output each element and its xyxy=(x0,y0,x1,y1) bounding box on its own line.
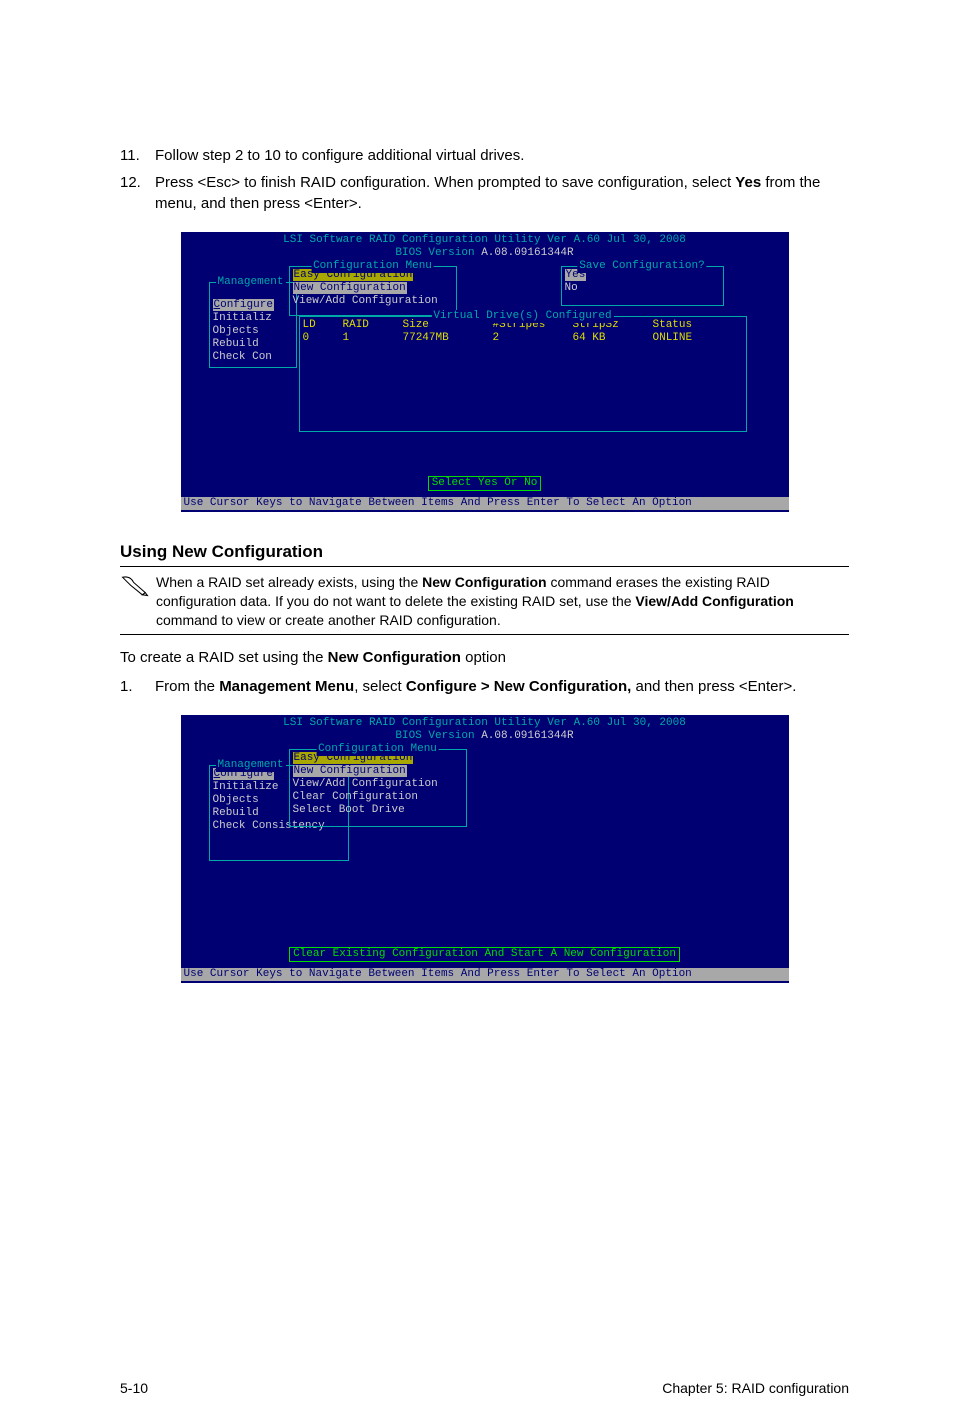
management-menu-label: Management xyxy=(216,759,286,772)
note-callout: When a RAID set already exists, using th… xyxy=(120,573,849,630)
nav-hint: Use Cursor Keys to Navigate Between Item… xyxy=(181,968,789,981)
divider xyxy=(120,566,849,567)
chapter-label: Chapter 5: RAID configuration xyxy=(662,1380,849,1396)
virtual-drives-label: Virtual Drive(s) Configured xyxy=(431,310,613,323)
menu-item-configure[interactable]: Configure xyxy=(213,299,293,312)
step-b1: 1. From the Management Menu, select Conf… xyxy=(120,676,849,697)
management-menu-label: Management xyxy=(216,276,286,289)
vd-table-row: 0 1 77247MB 2 64 KB ONLINE xyxy=(303,332,743,345)
configuration-menu-label: Configuration Menu xyxy=(316,743,439,756)
menu-item-initialize[interactable]: Initializ xyxy=(213,312,293,325)
management-menu-panel: Management Configure Initializ Objects R… xyxy=(209,282,297,368)
menu-item-new-config[interactable]: New Configuration xyxy=(293,282,453,295)
status-message: Clear Existing Configuration And Start A… xyxy=(289,947,680,962)
bios-title: LSI Software RAID Configuration Utility … xyxy=(181,717,789,730)
section-heading: Using New Configuration xyxy=(120,542,849,562)
step-12: 12. Press <Esc> to finish RAID configura… xyxy=(120,172,849,214)
bios-screenshot-new-config: LSI Software RAID Configuration Utility … xyxy=(181,715,789,983)
page-footer: 5-10 Chapter 5: RAID configuration xyxy=(120,1380,849,1396)
note-text: When a RAID set already exists, using th… xyxy=(156,573,849,630)
step-number: 12. xyxy=(120,172,155,214)
pencil-icon xyxy=(120,575,150,597)
configuration-menu-label: Configuration Menu xyxy=(311,260,434,273)
step-number: 1. xyxy=(120,676,155,697)
step-11: 11. Follow step 2 to 10 to configure add… xyxy=(120,145,849,166)
save-configuration-label: Save Configuration? xyxy=(577,260,706,273)
menu-item-select-boot[interactable]: Select Boot Drive xyxy=(293,804,463,817)
status-message: Select Yes Or No xyxy=(428,476,542,491)
bios-title: LSI Software RAID Configuration Utility … xyxy=(181,234,789,247)
divider xyxy=(120,634,849,635)
step-number: 11. xyxy=(120,145,155,166)
note-icon xyxy=(120,573,156,630)
save-configuration-panel: Save Configuration? Yes No xyxy=(561,266,724,306)
bios-screenshot-save-config: LSI Software RAID Configuration Utility … xyxy=(181,232,789,512)
page-number: 5-10 xyxy=(120,1380,148,1396)
configuration-menu-panel: Configuration Menu Easy Configuration Ne… xyxy=(289,266,457,316)
step-text: Follow step 2 to 10 to configure additio… xyxy=(155,145,849,166)
menu-item-clear-config[interactable]: Clear Configuration xyxy=(293,791,463,804)
menu-item-view-add-config[interactable]: View/Add Configuration xyxy=(293,778,463,791)
intro-text: To create a RAID set using the New Confi… xyxy=(120,649,849,666)
menu-item-new-config[interactable]: New Configuration xyxy=(293,765,463,778)
step-text: Press <Esc> to finish RAID configuration… xyxy=(155,172,849,214)
menu-item-rebuild[interactable]: Rebuild xyxy=(213,338,293,351)
configuration-menu-panel: Configuration Menu Easy Configuration Ne… xyxy=(289,749,467,827)
menu-item-check-consistency[interactable]: Check Con xyxy=(213,351,293,364)
step-text: From the Management Menu, select Configu… xyxy=(155,676,849,697)
save-no[interactable]: No xyxy=(565,282,720,295)
nav-hint: Use Cursor Keys to Navigate Between Item… xyxy=(181,497,789,510)
menu-item-view-add-config[interactable]: View/Add Configuration xyxy=(293,295,453,308)
virtual-drives-panel: Virtual Drive(s) Configured LD RAID Size… xyxy=(299,316,747,432)
menu-item-objects[interactable]: Objects xyxy=(213,325,293,338)
